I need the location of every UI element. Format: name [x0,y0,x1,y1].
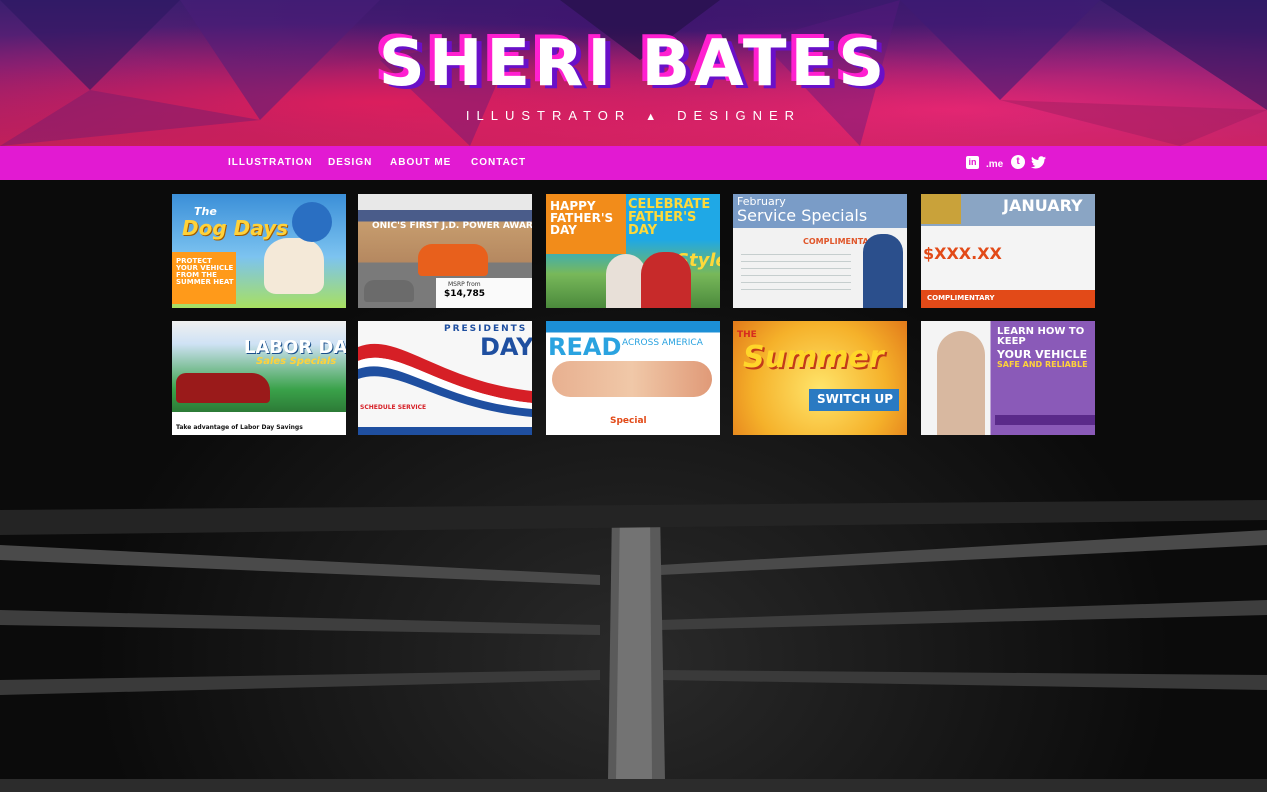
nav-contact[interactable]: CONTACT [471,146,526,180]
gallery-item[interactable]: LEARN HOW TO KEEP YOUR VEHICLE SAFE AND … [921,321,1095,435]
thumb-text-2: Sales Specials [256,356,337,367]
thumb-text-3: COMPLIMENTARY [927,294,995,302]
thumb-text-1: HAPPY FATHER'S DAY [550,199,614,237]
aboutme-link[interactable]: .me [986,154,1003,172]
thumb-text-2: Service Specials [737,206,868,225]
thumb-text-1: READ [548,333,622,361]
thumb-text-3: Special [610,416,647,426]
gallery-item[interactable]: PRESIDENTS DAY SCHEDULE SERVICE [358,321,532,435]
gallery-item[interactable]: The Dog Days PROTECT YOUR VEHICLE FROM T… [172,194,346,308]
nav-illustration[interactable]: ILLUSTRATION [228,146,313,180]
thumb-text-2: $XXX.XX [923,244,1002,263]
nav-about-me[interactable]: ABOUT ME [390,146,451,180]
thumb-text-1: LABOR DAY [244,337,346,358]
gallery-item[interactable]: ONIC'S FIRST J.D. POWER AWARD $14,785 MS… [358,194,532,308]
tumblr-icon: t [1011,155,1025,169]
footer-strip [0,779,1267,792]
linkedin-icon: in [966,156,979,169]
thumb-text-1: JANUARY [1003,196,1083,215]
thumb-text-2: CELEBRATE FATHER'S DAY [628,197,711,238]
gallery-item[interactable]: February Service Specials COMPLIMENTARY [733,194,907,308]
gallery-item[interactable]: THE Summer SWITCH UP [733,321,907,435]
thumb-text-3: SCHEDULE SERVICE [360,404,427,411]
thumb-text-1: LEARN HOW TO KEEP [997,326,1085,347]
thumb-text-3: Take advantage of Labor Day Savings [176,424,303,431]
thumb-text-1: ONIC'S FIRST J.D. POWER AWARD [372,221,532,231]
gallery-item[interactable]: JANUARY $XXX.XX COMPLIMENTARY [921,194,1095,308]
gallery-item[interactable]: READ ACROSS AMERICA Special [546,321,720,435]
aboutme-icon: .me [986,159,1004,170]
thumb-text-2: YOUR VEHICLE [997,348,1088,361]
linkedin-link[interactable]: in [966,154,979,172]
thumb-text-2: Summer [743,340,884,375]
site-logo[interactable]: SHERI BATES [379,22,889,106]
gallery-item[interactable]: HAPPY FATHER'S DAY CELEBRATE FATHER'S DA… [546,194,720,308]
tumblr-link[interactable]: t [1011,154,1025,172]
tagline-illustrator: ILLUSTRATOR [465,108,632,123]
main-nav: ILLUSTRATION DESIGN ABOUT ME CONTACT in … [0,146,1267,180]
gallery-item[interactable]: LABOR DAY Sales Specials Take advantage … [172,321,346,435]
twitter-link[interactable] [1031,154,1046,172]
thumb-text-1: THE [737,330,757,340]
nav-design[interactable]: DESIGN [328,146,372,180]
thumb-text-3: PROTECT YOUR VEHICLE FROM THE SUMMER HEA… [176,257,234,286]
thumb-text-3: MSRP from [448,281,481,288]
twitter-icon [1031,156,1046,169]
thumb-text-2: $14,785 [444,289,485,299]
thumb-text-2: ACROSS AMERICA [622,338,703,348]
site-header: SHERI BATES ILLUSTRATOR ▲ DESIGNER [0,0,1267,146]
triangle-icon: ▲ [645,111,664,123]
thumb-text-3: SAFE AND RELIABLE [997,360,1088,369]
site-tagline: ILLUSTRATOR ▲ DESIGNER [0,108,1267,123]
tagline-designer: DESIGNER [677,108,802,123]
thumb-text-2: Dog Days [182,216,289,240]
thumb-text-3: SWITCH UP [817,392,894,406]
